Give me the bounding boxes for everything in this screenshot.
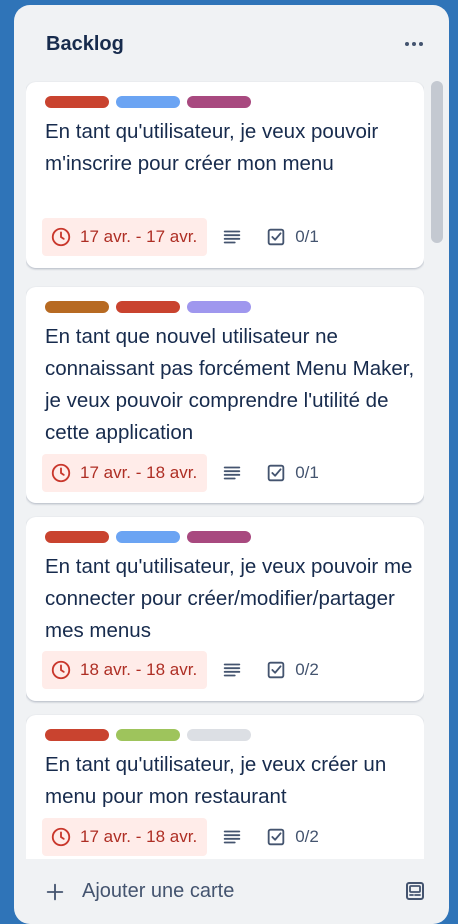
clock-icon bbox=[51, 660, 71, 680]
more-icon bbox=[405, 42, 409, 46]
checklist-count: 0/1 bbox=[295, 463, 319, 482]
card-template-icon[interactable] bbox=[403, 879, 427, 903]
card-container: En tant qu'utilisateur, je veux pouvoir … bbox=[26, 81, 424, 859]
due-date-badge[interactable]: 17 avr. - 18 avr. bbox=[42, 454, 208, 492]
card-title: En tant qu'utilisateur, je veux créer un… bbox=[45, 753, 387, 808]
label-purple[interactable] bbox=[187, 96, 251, 108]
checklist-icon bbox=[267, 228, 285, 246]
due-date-text: 18 avr. - 18 avr. bbox=[80, 660, 198, 679]
due-date-text: 17 avr. - 18 avr. bbox=[80, 827, 198, 846]
checklist-count: 0/1 bbox=[295, 227, 319, 246]
list-header: Backlog bbox=[14, 5, 449, 81]
due-date-text: 17 avr. - 17 avr. bbox=[80, 227, 198, 246]
card-labels bbox=[45, 96, 251, 108]
due-date-text: 17 avr. - 18 avr. bbox=[80, 463, 198, 482]
checklist-count: 0/2 bbox=[295, 827, 319, 846]
card-badges: 17 avr. - 17 avr. 0/1 bbox=[42, 218, 319, 256]
label-blue[interactable] bbox=[116, 531, 180, 543]
label-purple[interactable] bbox=[187, 531, 251, 543]
label-blue[interactable] bbox=[116, 96, 180, 108]
label-red[interactable] bbox=[45, 531, 109, 543]
label-orange[interactable] bbox=[45, 301, 109, 313]
checklist-icon bbox=[267, 464, 285, 482]
label-green[interactable] bbox=[116, 729, 180, 741]
label-lavender[interactable] bbox=[187, 301, 251, 313]
clock-icon bbox=[51, 227, 71, 247]
card-title: En tant qu'utilisateur, je veux pouvoir … bbox=[45, 555, 413, 642]
description-icon bbox=[223, 466, 241, 480]
label-red[interactable] bbox=[116, 301, 180, 313]
card-labels bbox=[45, 531, 251, 543]
due-date-badge[interactable]: 17 avr. - 17 avr. bbox=[42, 218, 208, 256]
scrollbar-thumb[interactable] bbox=[431, 81, 443, 243]
card-labels bbox=[45, 729, 251, 741]
card-badges: 18 avr. - 18 avr. 0/2 bbox=[42, 651, 319, 689]
description-icon bbox=[223, 230, 241, 244]
list-title[interactable]: Backlog bbox=[46, 33, 124, 56]
checklist-count: 0/2 bbox=[295, 660, 319, 679]
clock-icon bbox=[51, 827, 71, 847]
card[interactable]: En tant qu'utilisateur, je veux créer un… bbox=[26, 715, 424, 859]
due-date-badge[interactable]: 17 avr. - 18 avr. bbox=[42, 818, 208, 856]
due-date-badge[interactable]: 18 avr. - 18 avr. bbox=[42, 651, 208, 689]
more-icon-dot bbox=[419, 42, 423, 46]
add-card-button[interactable]: Ajouter une carte bbox=[38, 872, 240, 912]
checklist-icon bbox=[267, 828, 285, 846]
backlog-list: Backlog En tant qu'utilisateur, je veux … bbox=[14, 5, 449, 924]
list-scrollbar[interactable] bbox=[430, 81, 444, 859]
checklist-icon bbox=[267, 661, 285, 679]
description-icon bbox=[223, 830, 241, 844]
add-card-label: Ajouter une carte bbox=[82, 880, 235, 902]
plus-icon bbox=[46, 883, 64, 900]
card-title: En tant qu'utilisateur, je veux pouvoir … bbox=[45, 120, 379, 175]
card-badges: 17 avr. - 18 avr. 0/2 bbox=[42, 818, 319, 856]
list-footer: Ajouter une carte bbox=[14, 859, 449, 924]
clock-icon bbox=[51, 463, 71, 483]
label-red[interactable] bbox=[45, 96, 109, 108]
card[interactable]: En tant que nouvel utilisateur ne connai… bbox=[26, 287, 424, 503]
list-menu-button[interactable] bbox=[399, 31, 429, 57]
label-red[interactable] bbox=[45, 729, 109, 741]
label-gray[interactable] bbox=[187, 729, 251, 741]
card-badges: 17 avr. - 18 avr. 0/1 bbox=[42, 454, 319, 492]
card-title: En tant que nouvel utilisateur ne connai… bbox=[45, 325, 415, 444]
card-labels bbox=[45, 301, 251, 313]
card[interactable]: En tant qu'utilisateur, je veux pouvoir … bbox=[26, 82, 424, 268]
description-icon bbox=[223, 663, 241, 677]
card[interactable]: En tant qu'utilisateur, je veux pouvoir … bbox=[26, 517, 424, 701]
more-icon-dot bbox=[412, 42, 416, 46]
